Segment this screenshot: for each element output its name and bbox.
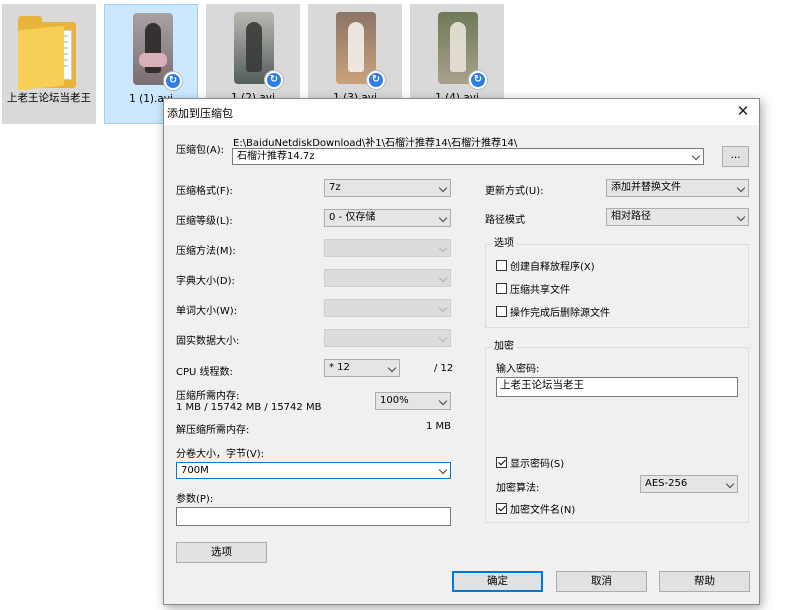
chevron-down-icon <box>736 212 746 222</box>
show-password-checkbox[interactable]: 显示密码(S) <box>496 455 564 470</box>
chevron-down-icon <box>725 479 735 489</box>
chevron-down-icon <box>438 213 448 223</box>
dict-select <box>324 269 451 287</box>
browse-button[interactable]: ... <box>722 146 749 167</box>
options-group-title: 选项 <box>492 238 516 250</box>
update-select[interactable]: 添加并替换文件 <box>606 179 749 197</box>
chevron-down-icon <box>691 151 701 161</box>
help-button[interactable]: 帮助 <box>659 571 750 592</box>
sfx-label: 创建自释放程序(X) <box>510 262 595 273</box>
chevron-down-icon <box>438 303 448 313</box>
level-value: 0 - 仅存储 <box>329 212 376 223</box>
shared-files-checkbox[interactable]: 压缩共享文件 <box>496 281 570 296</box>
cpu-label: CPU 线程数: <box>176 367 233 378</box>
enc-method-label: 加密算法: <box>496 483 540 494</box>
title-bar[interactable]: 添加到压缩包 ✕ <box>164 99 759 125</box>
update-label: 更新方式(U): <box>485 186 544 197</box>
chevron-down-icon <box>438 333 448 343</box>
chevron-down-icon <box>438 243 448 253</box>
path-label: 路径模式 <box>485 215 525 226</box>
level-label: 压缩等级(L): <box>176 216 233 227</box>
archive-path: E:\BaiduNetdiskDownload\补1\石榴汁推荐14\石榴汁推荐… <box>233 138 518 149</box>
archive-name-value: 石榴汁推荐14.7z <box>237 151 315 162</box>
share-badge-icon: ↻ <box>264 70 284 90</box>
chevron-down-icon <box>438 465 448 475</box>
file-label: 上老王论坛当老王 <box>7 92 91 104</box>
chevron-down-icon <box>438 273 448 283</box>
checkbox-icon <box>496 306 507 317</box>
checkbox-icon <box>496 283 507 294</box>
encrypt-names-checkbox[interactable]: 加密文件名(N) <box>496 501 575 516</box>
chevron-down-icon <box>387 363 397 373</box>
enc-method-select[interactable]: AES-256 <box>640 475 738 493</box>
cpu-select[interactable]: * 12 <box>324 359 400 377</box>
show-password-label: 显示密码(S) <box>510 459 565 470</box>
dict-label: 字典大小(D): <box>176 276 235 287</box>
format-label: 压缩格式(F): <box>176 186 233 197</box>
checkbox-checked-icon <box>496 457 507 468</box>
decomp-value: 1 MB <box>425 421 451 432</box>
chevron-down-icon <box>438 183 448 193</box>
method-select <box>324 239 451 257</box>
decomp-label: 解压缩所需内存: <box>176 425 250 436</box>
shared-label: 压缩共享文件 <box>510 285 570 296</box>
format-value: 7z <box>329 182 341 193</box>
level-select[interactable]: 0 - 仅存储 <box>324 209 451 227</box>
delete-after-checkbox[interactable]: 操作完成后删除源文件 <box>496 304 610 319</box>
encrypt-names-label: 加密文件名(N) <box>510 505 576 516</box>
method-label: 压缩方法(M): <box>176 246 236 257</box>
add-to-archive-dialog: 添加到压缩包 ✕ 压缩包(A): E:\BaiduNetdiskDownload… <box>163 98 760 605</box>
checkbox-checked-icon <box>496 503 507 514</box>
mem-percent-value: 100% <box>380 395 409 406</box>
word-label: 单词大小(W): <box>176 306 238 317</box>
cancel-button[interactable]: 取消 <box>556 571 647 592</box>
share-badge-icon: ↻ <box>366 70 386 90</box>
enc-method-value: AES-256 <box>645 478 688 489</box>
solid-select <box>324 329 451 347</box>
path-select[interactable]: 相对路径 <box>606 208 749 226</box>
checkbox-icon <box>496 260 507 271</box>
chevron-down-icon <box>736 183 746 193</box>
share-badge-icon: ↻ <box>468 70 488 90</box>
solid-label: 固实数据大小: <box>176 336 240 347</box>
update-value: 添加并替换文件 <box>611 182 681 193</box>
path-value: 相对路径 <box>611 211 651 222</box>
params-label: 参数(P): <box>176 494 214 505</box>
ok-button[interactable]: 确定 <box>452 571 543 592</box>
mem-percent-select[interactable]: 100% <box>375 392 451 410</box>
cpu-value: * 12 <box>329 362 350 373</box>
word-select <box>324 299 451 317</box>
close-icon[interactable]: ✕ <box>727 99 759 125</box>
archive-name-combo[interactable]: 石榴汁推荐14.7z <box>232 148 704 165</box>
password-input[interactable]: 上老王论坛当老王 <box>496 377 738 397</box>
delete-label: 操作完成后删除源文件 <box>510 308 610 319</box>
encryption-group-title: 加密 <box>492 341 516 353</box>
share-badge-icon: ↻ <box>163 71 183 91</box>
dialog-title: 添加到压缩包 <box>167 107 233 120</box>
mem-label: 压缩所需内存: <box>176 391 240 402</box>
archive-label: 压缩包(A): <box>176 145 225 156</box>
split-label: 分卷大小，字节(V): <box>176 449 265 460</box>
cpu-total: / 12 <box>434 363 454 374</box>
folder-item[interactable]: 上老王论坛当老王 <box>2 4 96 124</box>
format-select[interactable]: 7z <box>324 179 451 197</box>
split-value: 700M <box>181 465 209 476</box>
mem-value: 1 MB / 15742 MB / 15742 MB <box>176 402 322 413</box>
chevron-down-icon <box>438 396 448 406</box>
folder-icon <box>18 16 76 91</box>
split-size-combo[interactable]: 700M <box>176 462 451 479</box>
password-label: 输入密码: <box>496 364 540 375</box>
options-button[interactable]: 选项 <box>176 542 267 563</box>
params-input[interactable] <box>176 507 451 526</box>
sfx-checkbox[interactable]: 创建自释放程序(X) <box>496 258 595 273</box>
